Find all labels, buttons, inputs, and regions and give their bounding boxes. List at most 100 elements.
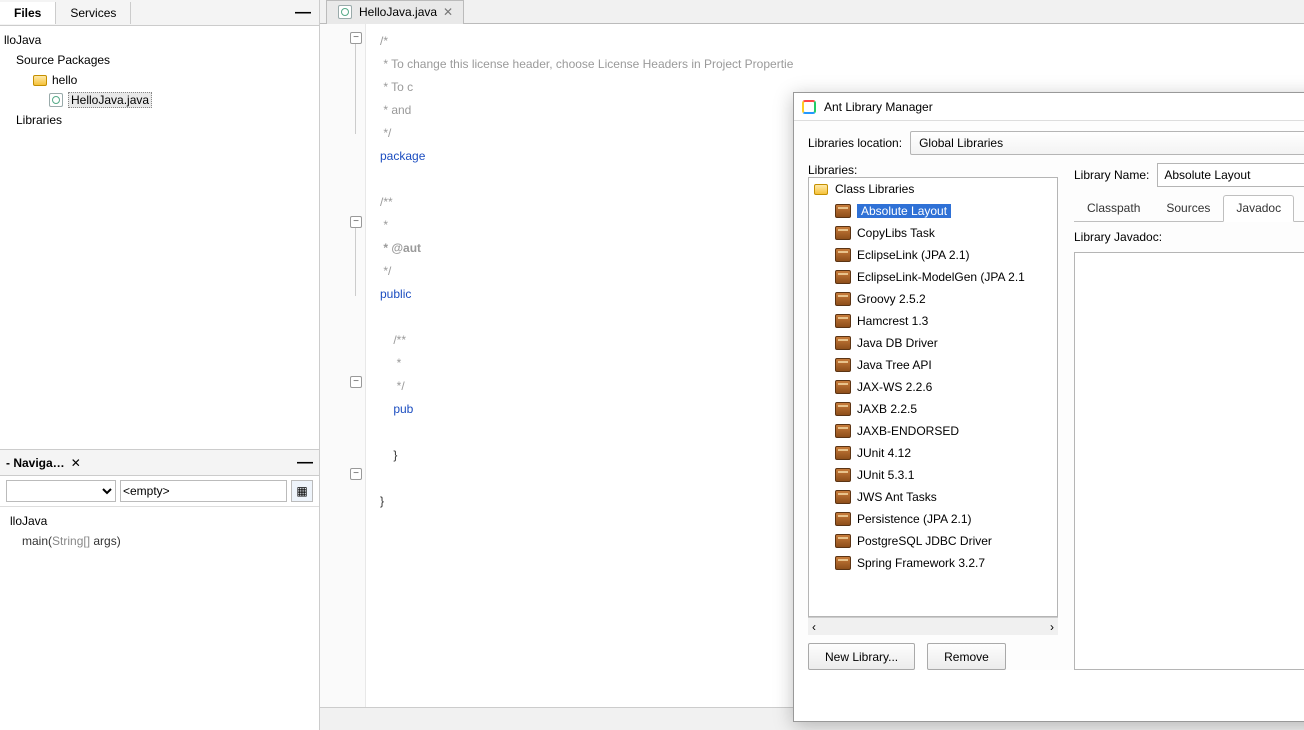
library-item[interactable]: Hamcrest 1.3 — [809, 310, 1057, 332]
library-item[interactable]: Spring Framework 3.2.7 — [809, 552, 1057, 574]
close-icon[interactable]: ✕ — [71, 456, 81, 470]
book-icon — [835, 424, 851, 438]
library-item-label: CopyLibs Task — [857, 226, 935, 240]
library-details-pane: Library Name: Classpath Sources Javadoc … — [1074, 163, 1304, 670]
java-file-icon — [337, 4, 353, 20]
tree-libraries[interactable]: Libraries — [0, 110, 319, 130]
library-item-label: Hamcrest 1.3 — [857, 314, 928, 328]
library-name-row: Library Name: — [1074, 163, 1304, 187]
package-label: hello — [52, 73, 77, 87]
book-icon — [835, 468, 851, 482]
library-item[interactable]: JAXB 2.2.5 — [809, 398, 1057, 420]
detail-tabs: Classpath Sources Javadoc — [1074, 195, 1304, 222]
library-item[interactable]: PostgreSQL JDBC Driver — [809, 530, 1057, 552]
fold-toggle-icon[interactable]: − — [350, 376, 362, 388]
book-icon — [835, 204, 851, 218]
library-item[interactable]: JAX-WS 2.2.6 — [809, 376, 1057, 398]
library-list: Absolute Layout CopyLibs Task EclipseLink … — [809, 200, 1057, 574]
nav-filter-select[interactable] — [120, 480, 287, 502]
library-item[interactable]: Absolute Layout — [809, 200, 1057, 222]
fold-toggle-icon[interactable]: − — [350, 32, 362, 44]
library-item-label: Groovy 2.5.2 — [857, 292, 926, 306]
library-item-label: Spring Framework 3.2.7 — [857, 556, 985, 570]
library-item-label: Persistence (JPA 2.1) — [857, 512, 972, 526]
library-item[interactable]: JAXB-ENDORSED — [809, 420, 1057, 442]
location-label: Libraries location: — [808, 136, 902, 150]
location-row: Libraries location: Global Libraries ▾ — [808, 131, 1304, 155]
library-item-label: JAXB-ENDORSED — [857, 424, 959, 438]
book-icon — [835, 336, 851, 350]
library-item[interactable]: JWS Ant Tasks — [809, 486, 1057, 508]
book-icon — [835, 226, 851, 240]
project-label: lloJava — [4, 33, 41, 47]
new-library-button[interactable]: New Library... — [808, 643, 915, 670]
sidebar-tabs: Files Services — — [0, 0, 319, 26]
library-item-label: EclipseLink-ModelGen (JPA 2.1 — [857, 270, 1025, 284]
library-item-label: JUnit 4.12 — [857, 446, 911, 460]
library-item[interactable]: Java DB Driver — [809, 332, 1057, 354]
fold-toggle-icon[interactable]: − — [350, 468, 362, 480]
tab-services[interactable]: Services — [56, 2, 131, 24]
library-item-label: JWS Ant Tasks — [857, 490, 937, 504]
library-javadoc-label: Library Javadoc: — [1074, 230, 1304, 244]
project-tree[interactable]: lloJava Source Packages hello HelloJava.… — [0, 26, 319, 450]
book-icon — [835, 556, 851, 570]
library-item-label: JAXB 2.2.5 — [857, 402, 917, 416]
book-icon — [835, 402, 851, 416]
library-item-label: Absolute Layout — [857, 204, 951, 218]
dialog-footer: OK Cancel Help — [794, 670, 1304, 721]
libraries-listbox: Class Libraries Absolute Layout CopyLibs … — [808, 177, 1058, 617]
tree-source-packages[interactable]: Source Packages — [0, 50, 319, 70]
library-item[interactable]: EclipseLink (JPA 2.1) — [809, 244, 1057, 266]
remove-library-button[interactable]: Remove — [927, 643, 1006, 670]
file-label: HelloJava.java — [68, 92, 152, 108]
navigator-body[interactable]: lloJava main(String[] args) — [0, 507, 319, 555]
navigator-title: - Naviga… — [6, 456, 65, 470]
nav-method[interactable]: main(String[] args) — [6, 531, 313, 551]
close-icon[interactable]: ✕ — [443, 5, 453, 19]
book-icon — [835, 512, 851, 526]
library-name-input[interactable] — [1157, 163, 1304, 187]
tab-classpath[interactable]: Classpath — [1074, 195, 1153, 222]
nav-root[interactable]: lloJava — [6, 511, 313, 531]
navigator-header: - Naviga… ✕ — — [0, 450, 319, 476]
editor-tab-hellojava[interactable]: HelloJava.java ✕ — [326, 0, 464, 24]
navigator-toolbar: ▦ — [0, 476, 319, 507]
class-libraries-label: Class Libraries — [835, 182, 914, 196]
tab-sources[interactable]: Sources — [1153, 195, 1223, 222]
dialog-body: Libraries location: Global Libraries ▾ L… — [794, 121, 1304, 670]
navigator-panel: - Naviga… ✕ — ▦ lloJava main(String[] ar… — [0, 450, 319, 730]
location-select[interactable]: Global Libraries ▾ — [910, 131, 1304, 155]
class-libraries-node[interactable]: Class Libraries — [809, 178, 1057, 200]
book-icon — [835, 490, 851, 504]
library-item-label: JAX-WS 2.2.6 — [857, 380, 932, 394]
javadoc-listbox[interactable] — [1074, 252, 1304, 670]
folder-icon — [32, 72, 48, 88]
minimize-icon[interactable]: — — [295, 8, 311, 18]
tab-javadoc[interactable]: Javadoc — [1223, 195, 1294, 222]
library-item[interactable]: JUnit 5.3.1 — [809, 464, 1057, 486]
library-item[interactable]: Groovy 2.5.2 — [809, 288, 1057, 310]
library-item[interactable]: Java Tree API — [809, 354, 1057, 376]
app-logo-icon — [802, 100, 816, 114]
folder-icon — [813, 181, 829, 197]
library-item[interactable]: CopyLibs Task — [809, 222, 1057, 244]
minimize-icon[interactable]: — — [297, 454, 313, 472]
library-item[interactable]: EclipseLink-ModelGen (JPA 2.1 — [809, 266, 1057, 288]
tree-package[interactable]: hello — [0, 70, 319, 90]
dialog-title: Ant Library Manager — [824, 100, 933, 114]
horizontal-scrollbar[interactable]: ‹› — [808, 617, 1058, 635]
libraries-scroll[interactable]: Class Libraries Absolute Layout CopyLibs … — [809, 178, 1057, 616]
tab-files[interactable]: Files — [0, 2, 56, 24]
tree-file[interactable]: HelloJava.java — [0, 90, 319, 110]
book-icon — [835, 314, 851, 328]
fold-line — [355, 228, 356, 296]
tree-project[interactable]: lloJava — [0, 30, 319, 50]
book-icon — [835, 292, 851, 306]
libraries-label: Libraries: — [808, 163, 1058, 177]
fold-toggle-icon[interactable]: − — [350, 216, 362, 228]
nav-view-select[interactable] — [6, 480, 116, 502]
library-item[interactable]: Persistence (JPA 2.1) — [809, 508, 1057, 530]
library-item[interactable]: JUnit 4.12 — [809, 442, 1057, 464]
grid-icon[interactable]: ▦ — [291, 480, 313, 502]
